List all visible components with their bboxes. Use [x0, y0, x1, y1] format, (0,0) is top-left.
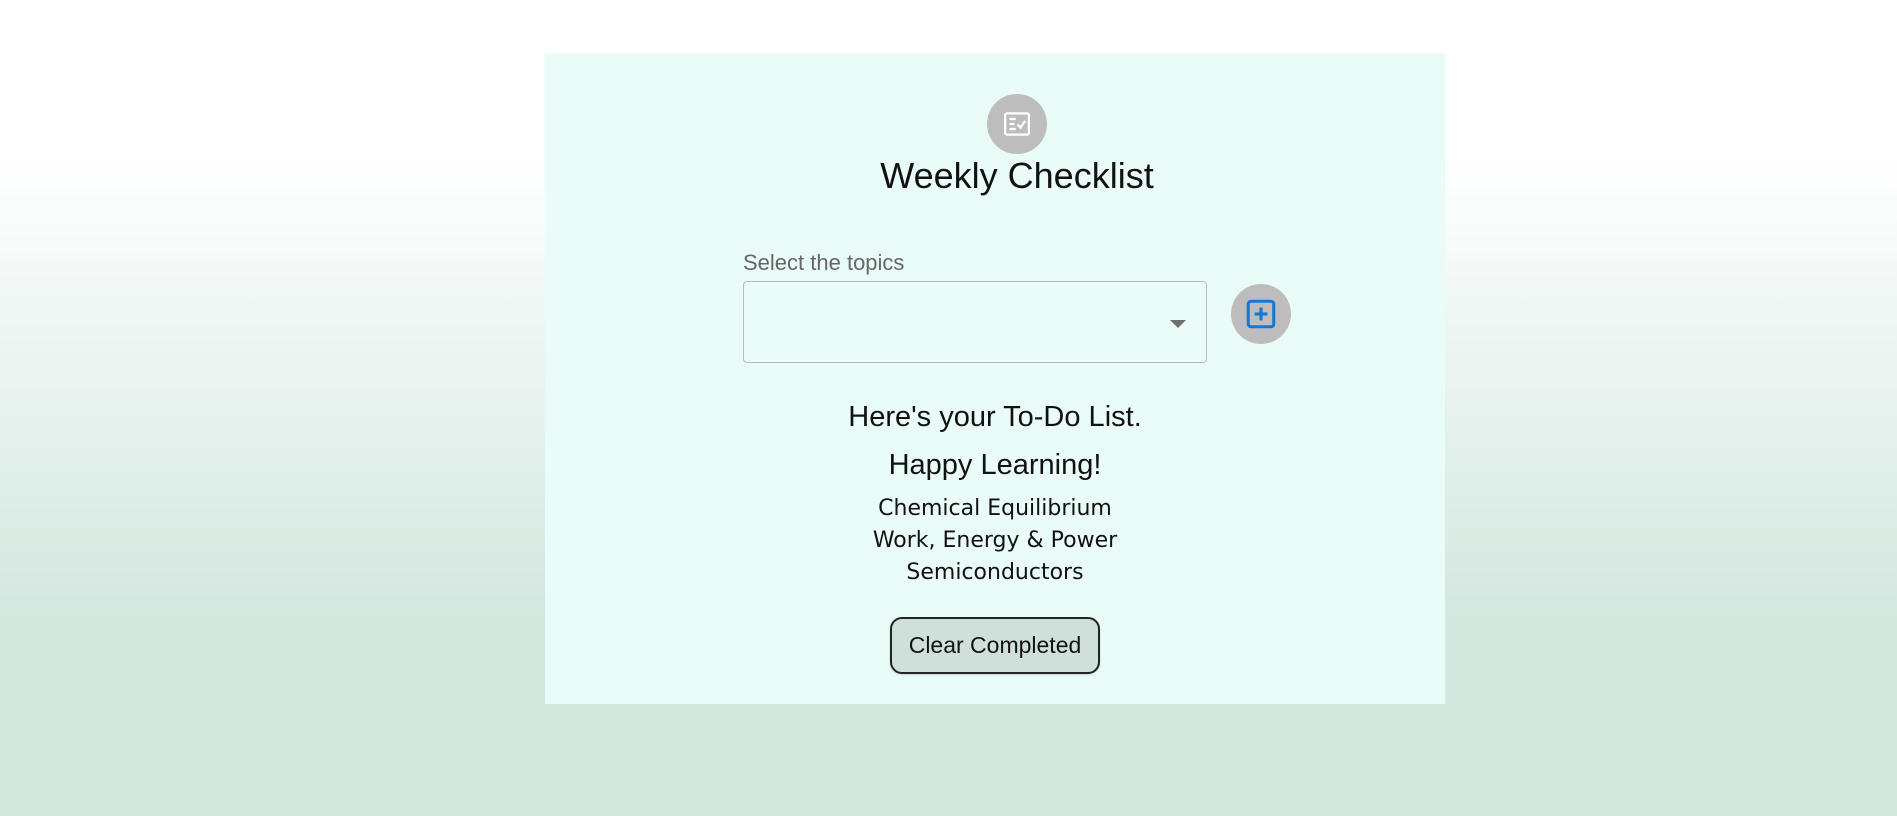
todo-item[interactable]: Work, Energy & Power [545, 525, 1445, 557]
topic-select-label: Select the topics [743, 250, 905, 275]
checklist-icon [987, 94, 1047, 154]
page-title: Weekly Checklist [880, 155, 1154, 196]
add-box-icon [1246, 299, 1276, 329]
clear-completed-button[interactable]: Clear Completed [890, 617, 1100, 674]
todo-item[interactable]: Chemical Equilibrium [545, 493, 1445, 525]
topic-select[interactable] [743, 281, 1207, 363]
add-topic-button[interactable] [1231, 284, 1291, 344]
checklist-card: Weekly Checklist Select the topics Here'… [545, 53, 1445, 704]
todo-heading: Here's your To-Do List. [848, 401, 1142, 433]
todo-item[interactable]: Semiconductors [545, 557, 1445, 589]
dropdown-caret-icon[interactable] [1170, 320, 1186, 328]
todo-list: Chemical Equilibrium Work, Energy & Powe… [545, 493, 1445, 589]
todo-subheading: Happy Learning! [888, 449, 1102, 481]
